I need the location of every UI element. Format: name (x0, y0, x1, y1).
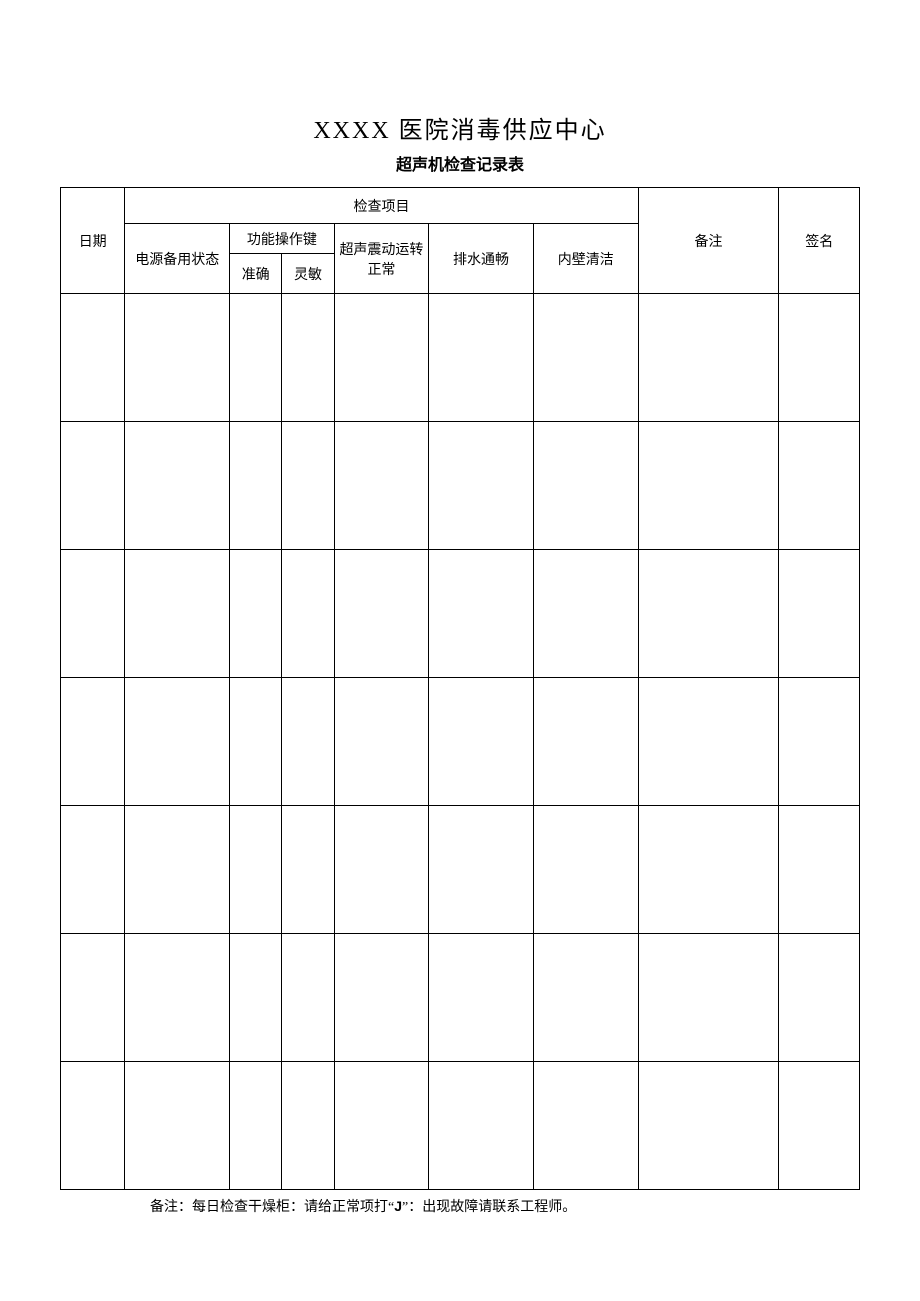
cell-drain[interactable] (429, 294, 534, 422)
cell-date[interactable] (61, 550, 125, 678)
cell-sensitive[interactable] (282, 422, 334, 550)
cell-power[interactable] (125, 934, 230, 1062)
cell-date[interactable] (61, 678, 125, 806)
footnote-mark: J (394, 1198, 402, 1214)
cell-remark[interactable] (638, 806, 779, 934)
cell-remark[interactable] (638, 422, 779, 550)
header-remark: 备注 (638, 188, 779, 294)
cell-accurate[interactable] (230, 294, 282, 422)
cell-ultra[interactable] (334, 550, 429, 678)
cell-ultra[interactable] (334, 422, 429, 550)
cell-remark[interactable] (638, 294, 779, 422)
cell-sensitive[interactable] (282, 550, 334, 678)
cell-date[interactable] (61, 422, 125, 550)
cell-sensitive[interactable] (282, 678, 334, 806)
cell-sensitive[interactable] (282, 934, 334, 1062)
header-signature: 签名 (779, 188, 860, 294)
cell-clean[interactable] (533, 678, 638, 806)
cell-accurate[interactable] (230, 422, 282, 550)
header-sensitive: 灵敏 (282, 254, 334, 294)
cell-drain[interactable] (429, 422, 534, 550)
inspection-table: 日期 检查项目 备注 签名 电源备用状态 功能操作键 超声震动运转正常 排水通畅… (60, 187, 860, 1190)
cell-power[interactable] (125, 550, 230, 678)
cell-date[interactable] (61, 294, 125, 422)
table-row (61, 422, 860, 550)
header-drain: 排水通畅 (429, 224, 534, 294)
cell-ultra[interactable] (334, 1062, 429, 1190)
cell-sign[interactable] (779, 678, 860, 806)
cell-remark[interactable] (638, 934, 779, 1062)
cell-drain[interactable] (429, 550, 534, 678)
cell-clean[interactable] (533, 422, 638, 550)
cell-accurate[interactable] (230, 678, 282, 806)
cell-power[interactable] (125, 806, 230, 934)
header-inspection-items: 检查项目 (125, 188, 638, 224)
header-date: 日期 (61, 188, 125, 294)
cell-ultra[interactable] (334, 806, 429, 934)
cell-sign[interactable] (779, 550, 860, 678)
cell-sign[interactable] (779, 934, 860, 1062)
cell-sign[interactable] (779, 1062, 860, 1190)
cell-power[interactable] (125, 294, 230, 422)
table-row (61, 294, 860, 422)
cell-remark[interactable] (638, 678, 779, 806)
cell-sign[interactable] (779, 294, 860, 422)
cell-sign[interactable] (779, 806, 860, 934)
cell-drain[interactable] (429, 934, 534, 1062)
cell-clean[interactable] (533, 1062, 638, 1190)
cell-drain[interactable] (429, 1062, 534, 1190)
cell-accurate[interactable] (230, 806, 282, 934)
table-row (61, 550, 860, 678)
cell-power[interactable] (125, 1062, 230, 1190)
cell-ultra[interactable] (334, 678, 429, 806)
header-power-status: 电源备用状态 (125, 224, 230, 294)
footnote-prefix: 备注：每日检查干燥柜：请给正常项打“ (150, 1200, 394, 1215)
header-accurate: 准确 (230, 254, 282, 294)
cell-clean[interactable] (533, 934, 638, 1062)
header-ultrasonic: 超声震动运转正常 (334, 224, 429, 294)
cell-drain[interactable] (429, 678, 534, 806)
cell-date[interactable] (61, 806, 125, 934)
table-row (61, 934, 860, 1062)
cell-sign[interactable] (779, 422, 860, 550)
footnote: 备注：每日检查干燥柜：请给正常项打“J”：出现故障请联系工程师。 (150, 1196, 860, 1216)
cell-sensitive[interactable] (282, 1062, 334, 1190)
cell-clean[interactable] (533, 806, 638, 934)
cell-sensitive[interactable] (282, 806, 334, 934)
page-title-main: XXXX 医院消毒供应中心 (60, 110, 860, 145)
table-row (61, 1062, 860, 1190)
cell-accurate[interactable] (230, 934, 282, 1062)
header-function-keys: 功能操作键 (230, 224, 335, 254)
cell-clean[interactable] (533, 550, 638, 678)
cell-power[interactable] (125, 422, 230, 550)
cell-accurate[interactable] (230, 1062, 282, 1190)
cell-ultra[interactable] (334, 934, 429, 1062)
cell-date[interactable] (61, 1062, 125, 1190)
cell-clean[interactable] (533, 294, 638, 422)
header-inner-clean: 内壁清洁 (533, 224, 638, 294)
cell-remark[interactable] (638, 1062, 779, 1190)
cell-ultra[interactable] (334, 294, 429, 422)
cell-power[interactable] (125, 678, 230, 806)
footnote-suffix: ”：出现故障请联系工程师。 (402, 1200, 576, 1215)
cell-sensitive[interactable] (282, 294, 334, 422)
cell-accurate[interactable] (230, 550, 282, 678)
page-title-sub: 超声机检查记录表 (60, 151, 860, 175)
cell-drain[interactable] (429, 806, 534, 934)
cell-remark[interactable] (638, 550, 779, 678)
cell-date[interactable] (61, 934, 125, 1062)
table-row (61, 806, 860, 934)
table-row (61, 678, 860, 806)
